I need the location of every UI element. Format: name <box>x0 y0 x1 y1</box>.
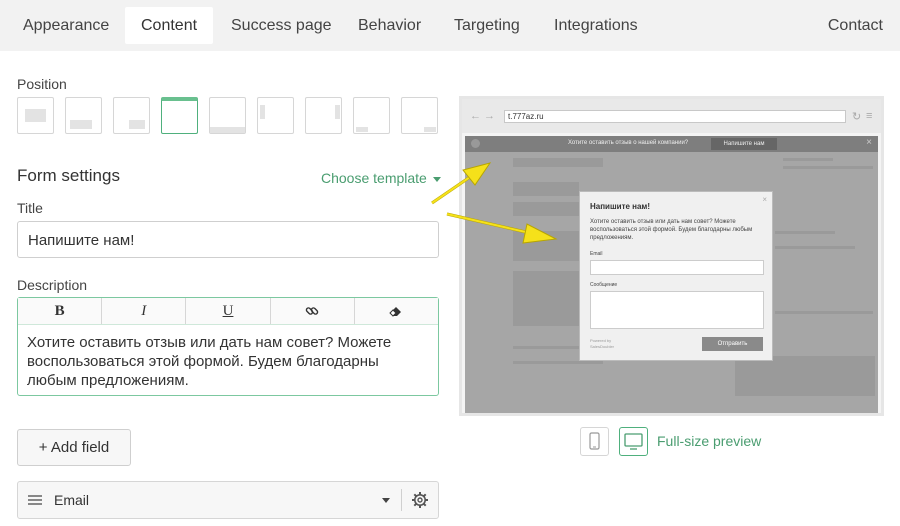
gear-icon[interactable] <box>411 491 429 509</box>
position-option-bottom-right-corner[interactable] <box>401 97 438 134</box>
tab-targeting[interactable]: Targeting <box>438 7 536 44</box>
back-arrow-icon: ← <box>470 110 481 122</box>
preview-send-button: Отправить <box>702 337 763 351</box>
top-nav: Appearance Content Success page Behavior… <box>0 0 900 51</box>
preview-browser-bar: ← → t.777az.ru ↻ ≡ <box>462 99 881 133</box>
position-option-bottom-right[interactable] <box>113 97 150 134</box>
tab-behavior[interactable]: Behavior <box>342 7 437 44</box>
clear-format-button[interactable] <box>355 298 438 324</box>
position-option-bottom-bar[interactable] <box>209 97 246 134</box>
tab-integrations[interactable]: Integrations <box>538 7 654 44</box>
preview-message-input <box>590 291 764 329</box>
position-label: Position <box>17 76 67 92</box>
position-option-center[interactable] <box>17 97 54 134</box>
description-label: Description <box>17 277 88 293</box>
position-option-bottom-left[interactable] <box>353 97 390 134</box>
bold-button[interactable]: B <box>18 298 103 324</box>
eraser-icon <box>389 307 402 317</box>
divider <box>401 489 402 511</box>
preview-message-label: Сообщение <box>590 282 618 288</box>
caret-down-icon <box>432 176 441 182</box>
full-size-preview-link[interactable]: Full-size preview <box>657 433 761 449</box>
link-icon <box>305 307 319 315</box>
reload-icon: ↻ <box>852 111 862 123</box>
description-text: Хотите оставить отзыв или дать нам совет… <box>27 334 392 389</box>
choose-template-dropdown[interactable]: Choose template <box>321 170 441 186</box>
title-input[interactable]: Напишите нам! <box>17 221 439 258</box>
preview-page: Хотите оставить отзыв о нашей компании? … <box>465 136 878 413</box>
close-icon: × <box>866 137 872 148</box>
underline-button[interactable]: U <box>186 298 271 324</box>
link-button[interactable] <box>271 298 355 324</box>
preview-form-description: Хотите оставить отзыв или дать нам совет… <box>590 219 753 241</box>
caret-down-icon <box>382 498 390 503</box>
phone-icon <box>589 432 600 450</box>
preview-powered-by: Powered by SalesDoubler <box>590 338 615 349</box>
position-option-bottom-center[interactable] <box>65 97 102 134</box>
editor-toolbar: B I U <box>18 298 438 325</box>
close-icon: × <box>762 195 767 204</box>
title-label: Title <box>17 200 43 216</box>
field-row-email[interactable]: Email <box>17 481 439 519</box>
menu-icon: ≡ <box>866 110 873 122</box>
form-settings-heading: Form settings <box>17 166 120 185</box>
tab-success-page[interactable]: Success page <box>215 7 348 44</box>
preview-form-title: Напишите нам! <box>590 202 651 211</box>
contact-link[interactable]: Contact <box>828 7 883 44</box>
drag-handle-icon[interactable] <box>28 495 42 505</box>
desktop-preview-button[interactable] <box>619 427 648 456</box>
tab-content[interactable]: Content <box>125 7 214 44</box>
preview-email-input <box>590 260 764 275</box>
add-field-button[interactable]: + Add field <box>17 429 131 466</box>
preview-banner-text: Хотите оставить отзыв о нашей компании? <box>568 140 689 146</box>
tab-appearance[interactable]: Appearance <box>7 7 125 44</box>
position-option-left-side[interactable] <box>257 97 294 134</box>
position-option-top-bar[interactable] <box>161 97 198 134</box>
choose-template-label: Choose template <box>321 170 427 186</box>
forward-arrow-icon: → <box>484 110 495 122</box>
preview-email-label: Email <box>590 251 603 257</box>
preview-url: t.777az.ru <box>504 110 846 123</box>
field-type-select[interactable]: Email <box>54 482 89 518</box>
preview-top-banner: Хотите оставить отзыв о нашей компании? … <box>465 136 878 152</box>
preview-window: ← → t.777az.ru ↻ ≡ Хотите оставить отзыв… <box>459 96 884 416</box>
mobile-preview-button[interactable] <box>580 427 609 456</box>
position-picker <box>17 97 439 135</box>
preview-banner-button: Напишите нам <box>711 138 777 150</box>
monitor-icon <box>624 433 643 450</box>
description-editor[interactable]: B I U Хотите оставить отзыв или дать нам… <box>17 297 439 396</box>
logo-icon <box>471 139 480 148</box>
italic-button[interactable]: I <box>102 298 187 324</box>
preview-form-popup: × Напишите нам! Хотите оставить отзыв ил… <box>579 191 773 361</box>
position-option-right-side[interactable] <box>305 97 342 134</box>
